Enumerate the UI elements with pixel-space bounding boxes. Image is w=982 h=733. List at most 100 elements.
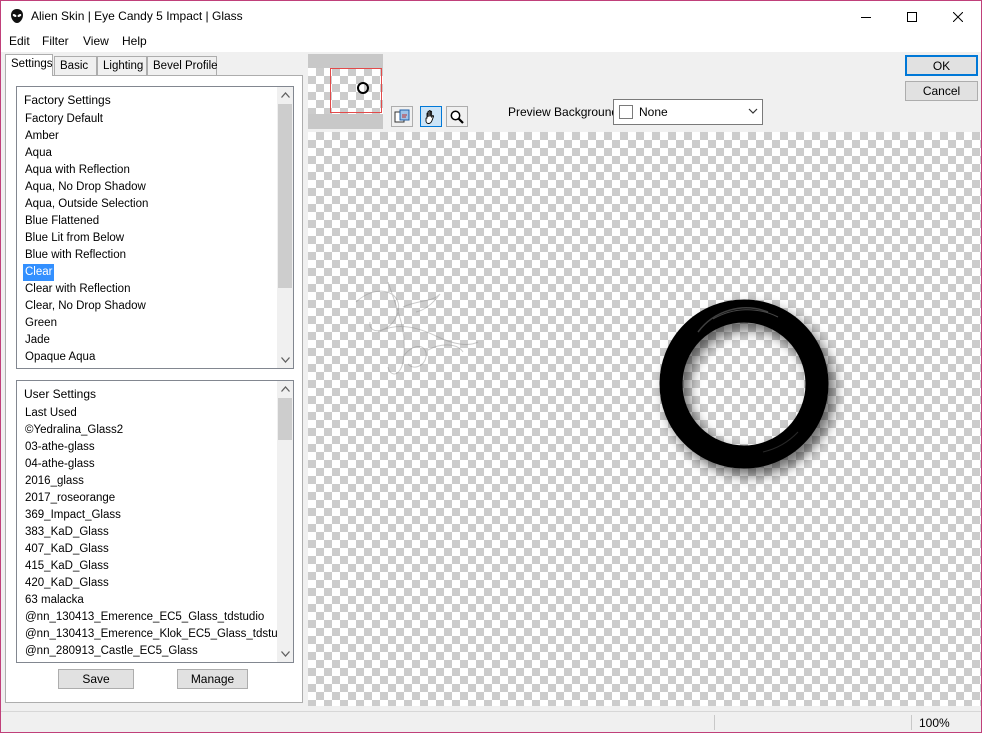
preview-background-select[interactable]: None	[613, 99, 763, 125]
close-icon	[953, 11, 963, 22]
close-button[interactable]	[935, 1, 981, 32]
preview-background-label: Preview Background:	[508, 105, 622, 119]
preview-canvas[interactable]	[308, 132, 981, 706]
menu-view[interactable]: View	[83, 34, 109, 48]
manage-button[interactable]: Manage	[177, 669, 248, 689]
chevron-down-icon	[280, 357, 290, 363]
cancel-button[interactable]: Cancel	[905, 81, 978, 101]
factory-scroll-thumb[interactable]	[278, 104, 292, 288]
scroll-up-button[interactable]	[277, 381, 293, 397]
factory-setting-list-item[interactable]: Clear with Reflection	[21, 281, 275, 298]
factory-setting-list-item[interactable]: Factory Default	[21, 111, 275, 128]
factory-setting-list-item[interactable]: Green	[21, 315, 275, 332]
tab-lighting[interactable]: Lighting	[97, 56, 147, 75]
factory-scrollbar[interactable]	[277, 87, 293, 368]
factory-setting-list-item[interactable]: Blue with Reflection	[21, 247, 275, 264]
user-setting-list-item[interactable]: 03-athe-glass	[21, 439, 275, 456]
user-setting-list-item[interactable]: 2016_glass	[21, 473, 275, 490]
zoom-level: 100%	[919, 716, 950, 730]
navigator-thumbnail[interactable]	[308, 54, 383, 129]
user-setting-list-item[interactable]: 407_KaD_Glass	[21, 541, 275, 558]
user-setting-list-item[interactable]: Last Used	[21, 405, 275, 422]
tab-settings[interactable]: Settings	[5, 54, 53, 76]
scroll-up-button[interactable]	[277, 87, 293, 103]
user-setting-list-item-label: 04-athe-glass	[25, 458, 95, 470]
factory-setting-list-item-label: Factory Default	[25, 113, 103, 125]
user-setting-list-item[interactable]: 369_Impact_Glass	[21, 507, 275, 524]
factory-setting-list-item[interactable]: Clear	[21, 264, 275, 281]
minimize-button[interactable]	[843, 1, 889, 32]
title-bar[interactable]: Alien Skin | Eye Candy 5 Impact | Glass	[1, 1, 981, 32]
ok-button[interactable]: OK	[905, 55, 978, 76]
factory-setting-list-item[interactable]: Blue Lit from Below	[21, 230, 275, 247]
factory-settings-header: Factory Settings	[24, 93, 111, 107]
factory-setting-list-item[interactable]: Opaque Aqua	[21, 349, 275, 366]
user-setting-list-item[interactable]: @nn_130413_Emerence_Klok_EC5_Glass_tdstu…	[21, 626, 293, 643]
factory-setting-list-item-label: Aqua, No Drop Shadow	[25, 181, 146, 193]
user-scroll-thumb[interactable]	[278, 398, 292, 440]
watermark-signature	[355, 281, 479, 375]
user-setting-list-item[interactable]: ©Yedralina_Glass2	[21, 422, 275, 439]
chevron-up-icon	[280, 92, 290, 98]
factory-setting-list-item-label: Blue Flattened	[25, 215, 100, 227]
factory-setting-list-item-label: Blue with Reflection	[25, 249, 126, 261]
factory-setting-list-item[interactable]: Jade	[21, 332, 275, 349]
menu-help[interactable]: Help	[122, 34, 147, 48]
factory-setting-list-item-label: Amber	[25, 130, 59, 142]
factory-setting-list-item-label: Jade	[25, 334, 50, 346]
settings-panel: Factory Settings Factory Default Amber Aqu…	[5, 75, 303, 703]
user-setting-list-item[interactable]: 420_KaD_Glass	[21, 575, 275, 592]
factory-setting-list-item-label: Blue Lit from Below	[25, 232, 125, 244]
maximize-button[interactable]	[889, 1, 935, 32]
user-setting-list-item[interactable]: 63 malacka	[21, 592, 275, 609]
status-separator	[911, 715, 912, 730]
user-setting-list-item-label: 2016_glass	[25, 475, 84, 487]
user-setting-list-item-label: 369_Impact_Glass	[25, 509, 121, 521]
user-setting-list-item-label: 63 malacka	[25, 594, 84, 606]
user-setting-list-item[interactable]: 04-athe-glass	[21, 456, 275, 473]
factory-setting-list-item-label: Clear with Reflection	[25, 283, 131, 295]
factory-setting-list-item[interactable]: Aqua with Reflection	[21, 162, 275, 179]
factory-setting-list-item-label: Clear, No Drop Shadow	[25, 300, 146, 312]
menu-edit[interactable]: Edit	[9, 34, 30, 48]
user-setting-list-item-label: 2017_roseorange	[25, 492, 116, 504]
chevron-down-icon	[280, 651, 290, 657]
save-button[interactable]: Save	[58, 669, 134, 689]
factory-setting-list-item[interactable]: Blue Flattened	[21, 213, 275, 230]
factory-setting-list-item[interactable]: Aqua, Outside Selection	[21, 196, 275, 213]
user-setting-list-item[interactable]: @nn_280913_Castle_EC5_Glass	[21, 643, 275, 660]
factory-setting-list-item[interactable]: Aqua, No Drop Shadow	[21, 179, 275, 196]
factory-setting-list-item[interactable]: Amber	[21, 128, 275, 145]
factory-setting-list-item-label: Opaque Aqua	[25, 351, 96, 363]
user-settings-list[interactable]: User Settings Last Used ©Yedralina_Glass2…	[16, 380, 294, 663]
navigator-view-rect[interactable]	[330, 68, 382, 113]
scroll-down-button[interactable]	[277, 646, 293, 662]
alien-skin-icon	[11, 9, 23, 23]
window-title: Alien Skin | Eye Candy 5 Impact | Glass	[31, 9, 243, 23]
background-swatch	[619, 105, 633, 119]
user-setting-list-item[interactable]: 415_KaD_Glass	[21, 558, 275, 575]
menu-filter[interactable]: Filter	[42, 34, 69, 48]
factory-setting-list-item[interactable]: Aqua	[21, 145, 275, 162]
factory-setting-list-item[interactable]: Clear, No Drop Shadow	[21, 298, 275, 315]
user-setting-list-item-label: @nn_130413_Emerence_EC5_Glass_tdstudio	[25, 611, 265, 623]
scroll-down-button[interactable]	[277, 352, 293, 368]
user-settings-header: User Settings	[24, 387, 97, 401]
factory-settings-list[interactable]: Factory Settings Factory Default Amber Aqu…	[16, 86, 294, 369]
preview-toggle-button[interactable]	[391, 106, 413, 127]
user-setting-list-item-label: 420_KaD_Glass	[25, 577, 109, 589]
factory-setting-list-item-label: Aqua with Reflection	[25, 164, 130, 176]
tab-basic[interactable]: Basic	[54, 56, 97, 75]
magnifier-icon	[450, 110, 464, 124]
ring-thumbnail-icon	[357, 82, 369, 94]
tab-bevel-profile[interactable]: Bevel Profile	[147, 56, 218, 75]
preview-background-value: None	[639, 105, 668, 119]
maximize-icon	[907, 11, 917, 22]
hand-tool-button[interactable]	[420, 106, 442, 127]
user-scrollbar[interactable]	[277, 381, 293, 662]
chevron-down-icon	[748, 108, 758, 114]
user-setting-list-item[interactable]: 2017_roseorange	[21, 490, 275, 507]
user-setting-list-item[interactable]: @nn_130413_Emerence_EC5_Glass_tdstudio	[21, 609, 275, 626]
zoom-tool-button[interactable]	[446, 106, 468, 127]
user-setting-list-item[interactable]: 383_KaD_Glass	[21, 524, 275, 541]
